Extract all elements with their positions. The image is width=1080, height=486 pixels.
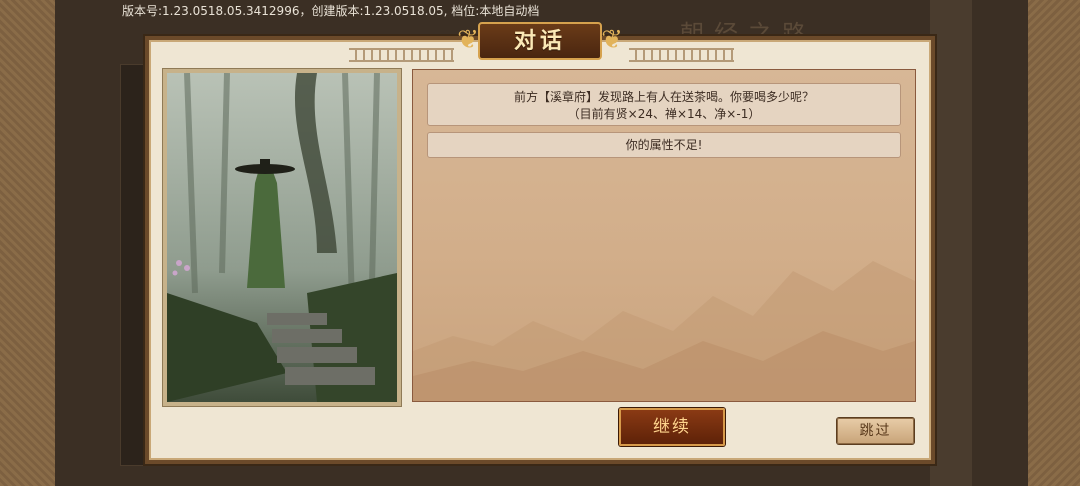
continue-button[interactable]: 继续 [619, 408, 725, 446]
skip-button-label: 跳过 [859, 423, 892, 439]
dialog-text-panel: 前方【溪章府】发现路上有人在送茶喝。你要喝多少呢？ （目前有贤×24、禅×14、… [412, 69, 916, 402]
version-info: 版本号:1.23.0518.05.3412996，创建版本:1.23.0518.… [122, 4, 540, 18]
dragon-ornament-right-icon: ❦ [601, 25, 623, 55]
background-book-spine [930, 0, 972, 486]
dialog-result-text: 你的属性不足! [625, 138, 703, 152]
dialog-attribute-line: （目前有贤×24、禅×14、净×-1） [567, 107, 761, 121]
background-left-pattern [0, 0, 55, 486]
greek-key-border-left [349, 48, 454, 62]
skip-button[interactable]: 跳过 [837, 418, 914, 444]
dialog-title-plaque: ❦ 对话 ❦ [448, 20, 632, 62]
character-portrait [163, 69, 401, 406]
mountain-backdrop [413, 261, 915, 401]
dialog-result-message: 你的属性不足! [427, 132, 901, 158]
dialog-message: 前方【溪章府】发现路上有人在送茶喝。你要喝多少呢？ （目前有贤×24、禅×14、… [427, 83, 901, 126]
dialog-message-line: 前方【溪章府】发现路上有人在送茶喝。你要喝多少呢？ [513, 90, 814, 104]
greek-key-border-right [629, 48, 734, 62]
dialog-title-frame: 对话 [478, 22, 602, 60]
dialog-title: 对话 [513, 28, 566, 54]
continue-button-label: 继续 [653, 417, 691, 437]
background-right-pattern [1028, 0, 1080, 486]
